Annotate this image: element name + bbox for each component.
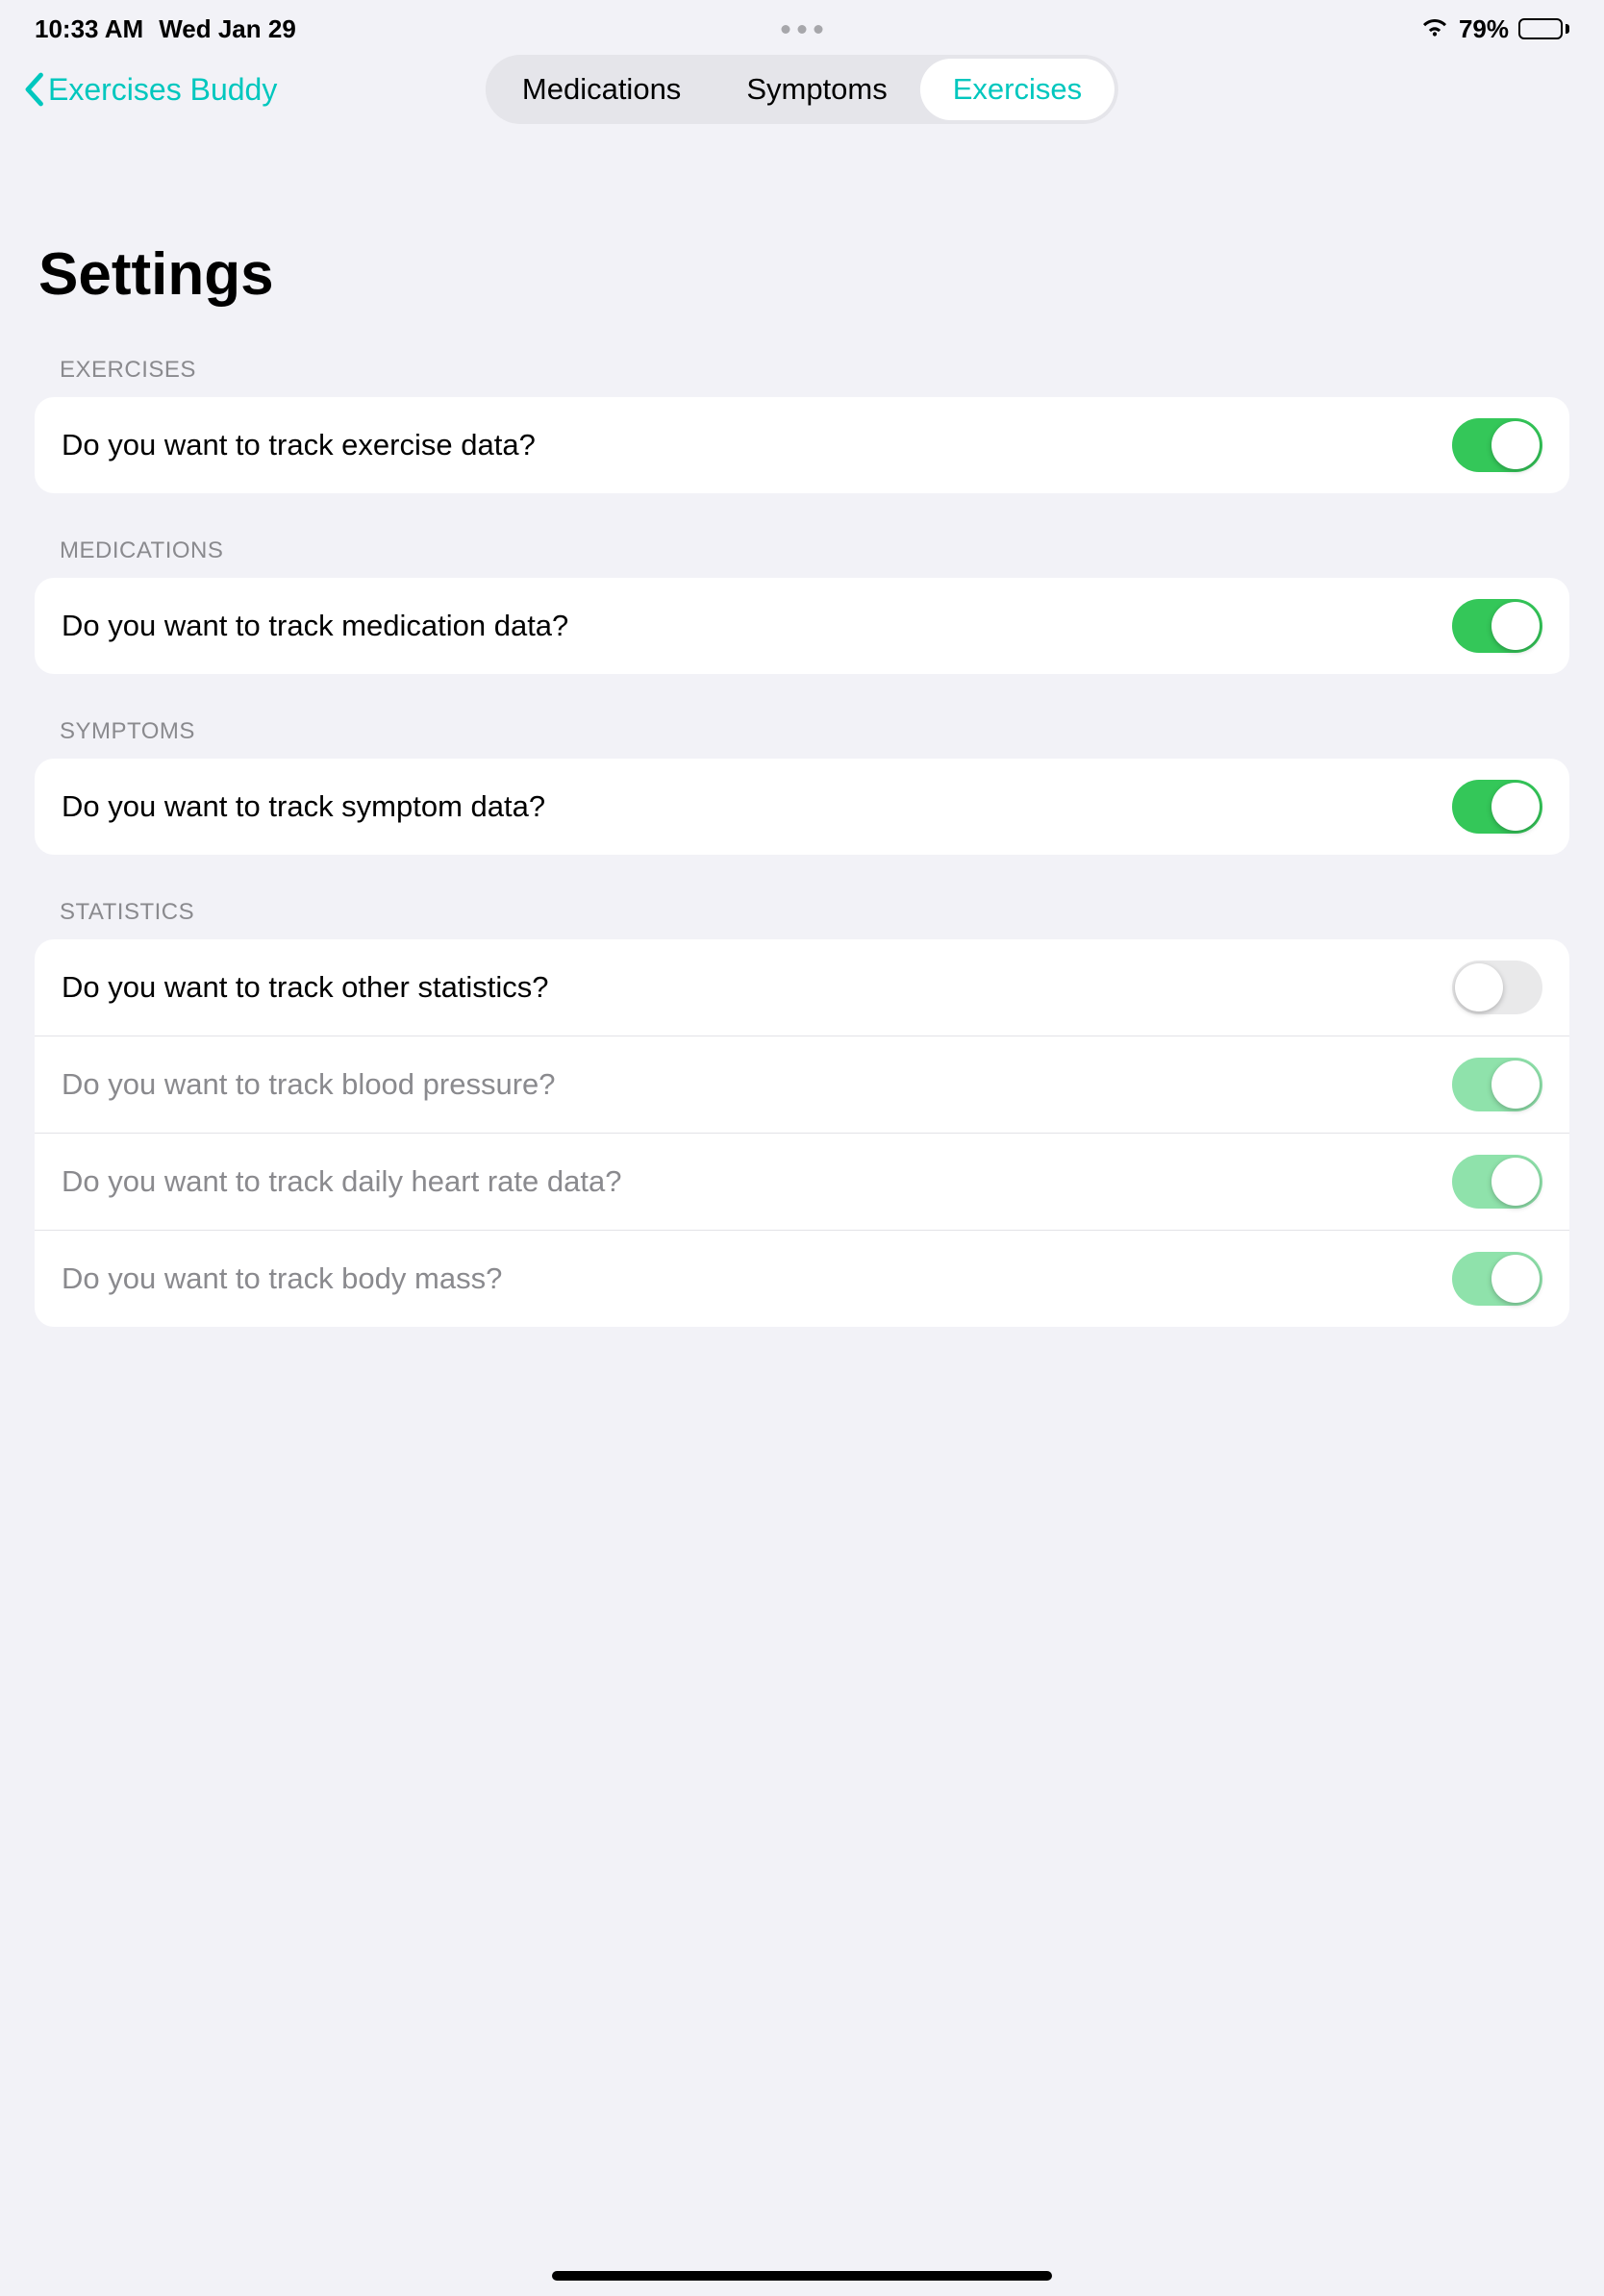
settings-row: Do you want to track symptom data?: [35, 759, 1569, 855]
toggle-switch: [1452, 1058, 1542, 1111]
segment-medications[interactable]: Medications: [489, 59, 714, 120]
section-body: Do you want to track other statistics? Do…: [35, 939, 1569, 1327]
section-body: Do you want to track medication data?: [35, 578, 1569, 674]
settings-section: MEDICATIONS Do you want to track medicati…: [0, 537, 1604, 674]
row-label: Do you want to track symptom data?: [62, 789, 545, 824]
dot-icon: [815, 25, 823, 34]
dot-icon: [798, 25, 807, 34]
segment-symptoms[interactable]: Symptoms: [714, 59, 919, 120]
settings-section: STATISTICSDo you want to track other sta…: [0, 899, 1604, 1327]
status-bar: 10:33 AM Wed Jan 29 79%: [0, 0, 1604, 48]
toggle-knob: [1491, 421, 1540, 469]
section-header: EXERCISES: [35, 357, 1569, 397]
status-left: 10:33 AM Wed Jan 29: [35, 14, 296, 44]
sections-container: EXERCISES Do you want to track exercise d…: [0, 357, 1604, 1327]
row-label: Do you want to track medication data?: [62, 609, 568, 643]
toggle-knob: [1491, 1255, 1540, 1303]
segment-exercises[interactable]: Exercises: [920, 59, 1115, 120]
segment-label: Exercises: [953, 72, 1082, 107]
battery-icon: [1518, 18, 1569, 39]
section-body: Do you want to track symptom data?: [35, 759, 1569, 855]
toggle-switch[interactable]: [1452, 418, 1542, 472]
toggle-switch: [1452, 1252, 1542, 1306]
segmented-control: Medications Symptoms Exercises: [486, 55, 1118, 124]
multitask-dots[interactable]: [782, 25, 823, 34]
settings-row: Do you want to track body mass?: [35, 1230, 1569, 1327]
toggle-switch[interactable]: [1452, 599, 1542, 653]
row-label: Do you want to track body mass?: [62, 1261, 502, 1296]
segment-label: Symptoms: [746, 72, 887, 107]
page-title: Settings: [0, 137, 1604, 328]
toggle-switch: [1452, 1155, 1542, 1209]
settings-row: Do you want to track exercise data?: [35, 397, 1569, 493]
status-date: Wed Jan 29: [159, 14, 296, 44]
toggle-knob: [1491, 1158, 1540, 1206]
settings-section: SYMPTOMS Do you want to track symptom dat…: [0, 718, 1604, 855]
row-label: Do you want to track exercise data?: [62, 428, 536, 462]
settings-row: Do you want to track blood pressure?: [35, 1036, 1569, 1133]
settings-section: EXERCISES Do you want to track exercise d…: [0, 357, 1604, 493]
settings-row: Do you want to track daily heart rate da…: [35, 1133, 1569, 1230]
toggle-switch[interactable]: [1452, 961, 1542, 1014]
home-indicator[interactable]: [552, 2271, 1052, 2281]
back-button[interactable]: Exercises Buddy: [23, 72, 277, 108]
row-label: Do you want to track other statistics?: [62, 970, 549, 1005]
status-right: 79%: [1420, 14, 1569, 44]
toggle-knob: [1455, 963, 1503, 1011]
settings-row: Do you want to track other statistics?: [35, 939, 1569, 1036]
wifi-icon: [1420, 14, 1449, 44]
section-header: STATISTICS: [35, 899, 1569, 939]
settings-row: Do you want to track medication data?: [35, 578, 1569, 674]
toggle-knob: [1491, 602, 1540, 650]
battery-percent: 79%: [1459, 14, 1509, 44]
toggle-knob: [1491, 1061, 1540, 1109]
dot-icon: [782, 25, 790, 34]
back-label: Exercises Buddy: [48, 72, 277, 108]
segment-label: Medications: [522, 72, 681, 107]
row-label: Do you want to track blood pressure?: [62, 1067, 556, 1102]
section-header: MEDICATIONS: [35, 537, 1569, 578]
row-label: Do you want to track daily heart rate da…: [62, 1164, 621, 1199]
toggle-switch[interactable]: [1452, 780, 1542, 834]
section-body: Do you want to track exercise data?: [35, 397, 1569, 493]
chevron-left-icon: [23, 72, 44, 107]
toggle-knob: [1491, 783, 1540, 831]
section-header: SYMPTOMS: [35, 718, 1569, 759]
nav-bar: Exercises Buddy Medications Symptoms Exe…: [0, 48, 1604, 137]
status-time: 10:33 AM: [35, 14, 143, 44]
